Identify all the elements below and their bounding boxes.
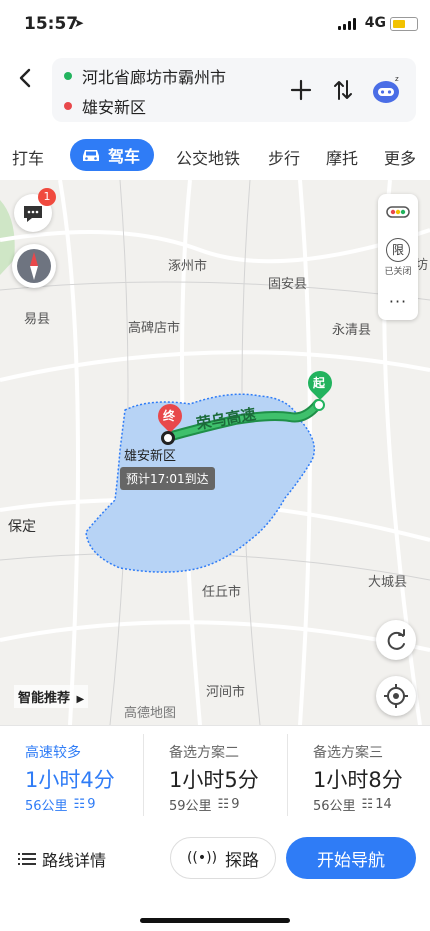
plan-title: 备选方案二 [169, 745, 239, 761]
start-point [313, 399, 325, 411]
traffic-light-count-icon: ☷ [73, 797, 86, 812]
plan-title: 备选方案三 [313, 745, 383, 761]
traffic-light-icon[interactable] [378, 194, 418, 230]
place-label: 高碑店市 [128, 321, 181, 336]
status-bar: 15:57 ➤ 4G [0, 0, 430, 50]
place-label: 涿州市 [168, 259, 208, 274]
plan-meta: 59公里 ☷ 9 [169, 795, 239, 814]
plan-duration: 1小时8分 [313, 768, 403, 792]
smart-recommend-label: 智能推荐 [18, 691, 71, 706]
list-icon [18, 853, 36, 865]
car-icon [83, 150, 99, 161]
plan-card-3[interactable]: 备选方案三 1小时8分 56公里 ☷ 14 [288, 726, 430, 824]
plan-distance: 56公里 [25, 799, 68, 814]
back-icon[interactable] [14, 66, 38, 90]
destination-text: 雄安新区 [82, 98, 147, 117]
plan-duration: 1小时5分 [169, 768, 259, 792]
destination-row[interactable]: 雄安新区 [64, 94, 146, 118]
start-navigation-button[interactable]: 开始导航 [286, 837, 416, 879]
route-inputs: 河北省廊坊市霸州市 雄安新区 z [52, 58, 416, 122]
origin-row[interactable]: 河北省廊坊市霸州市 [64, 64, 226, 88]
add-waypoint-icon[interactable] [290, 79, 312, 101]
plan-meta: 56公里 ☷ 9 [25, 795, 95, 814]
plan-distance: 59公里 [169, 799, 212, 814]
plan-lights: 14 [375, 797, 392, 812]
assistant-robot-icon[interactable]: z [370, 72, 404, 106]
compass-icon [17, 249, 51, 283]
tab-taxi[interactable]: 打车 [12, 145, 44, 169]
battery-icon [390, 17, 418, 31]
end-marker-label: 终 [163, 409, 176, 423]
place-label: 易县 [24, 312, 51, 327]
plan-lights: 9 [87, 797, 96, 812]
route-details-button[interactable]: 路线详情 [18, 847, 106, 871]
compass-button[interactable] [12, 244, 56, 288]
place-label: 任丘市 [202, 585, 242, 600]
plan-meta: 56公里 ☷ 14 [313, 795, 392, 814]
home-indicator [140, 918, 290, 923]
play-icon: ▶ [76, 694, 85, 705]
explore-label: 探路 [225, 850, 260, 871]
plan-duration: 1小时4分 [25, 768, 115, 792]
plan-lights: 9 [231, 797, 240, 812]
tab-motorcycle[interactable]: 摩托 [326, 145, 358, 169]
more-options-icon[interactable]: ··· [378, 292, 418, 311]
swap-icon[interactable] [332, 78, 354, 102]
explore-route-button[interactable]: ((•)) 探路 [170, 837, 276, 879]
radar-icon: ((•)) [186, 850, 218, 866]
restriction-icon: 限 [386, 238, 410, 262]
route-plans: 高速较多 1小时4分 56公里 ☷ 9 备选方案二 1小时5分 59公里 ☷ 9… [0, 725, 430, 824]
origin-text: 河北省廊坊市霸州市 [82, 68, 227, 87]
restriction-toggle[interactable]: 限 已关闭 [378, 236, 418, 282]
bottom-bar: 路线详情 ((•)) 探路 开始导航 [0, 823, 430, 931]
place-label: 永清县 [332, 323, 372, 338]
map-view[interactable]: 涿州市 固安县 易县 高碑店市 永清县 保定 任丘市 大城县 河间市 坊 荣乌高… [0, 180, 430, 725]
tab-transit[interactable]: 公交地铁 [176, 145, 240, 169]
restriction-status: 已关闭 [384, 267, 412, 277]
tab-drive[interactable]: 驾车 [70, 139, 155, 171]
place-label: 保定 [8, 519, 36, 535]
mode-tabs: 打车 驾车 公交地铁 步行 摩托 更多 [0, 130, 430, 180]
plan-distance: 56公里 [313, 799, 356, 814]
locate-icon [384, 684, 408, 708]
map-controls-panel: 限 已关闭 ··· [378, 194, 418, 320]
traffic-light-count-icon: ☷ [361, 797, 374, 812]
tab-more[interactable]: 更多 [384, 145, 416, 169]
message-badge: 1 [38, 188, 56, 206]
place-label: 河间市 [206, 685, 246, 700]
locate-button[interactable] [376, 676, 416, 716]
traffic-light-count-icon: ☷ [217, 797, 230, 812]
map-base [0, 180, 430, 725]
plan-title: 高速较多 [25, 745, 81, 761]
eta-label: 预计17:01到达 [120, 467, 215, 490]
tab-walk[interactable]: 步行 [268, 145, 300, 169]
plan-card-2[interactable]: 备选方案二 1小时5分 59公里 ☷ 9 [144, 726, 287, 824]
destination-map-label: 雄安新区 [124, 449, 177, 464]
map-logo: 高德地图 [124, 706, 177, 721]
destination-dot-icon [64, 102, 72, 110]
origin-dot-icon [64, 72, 72, 80]
refresh-button[interactable] [376, 620, 416, 660]
smart-recommend-toggle[interactable]: 智能推荐 ▶ [14, 685, 89, 708]
signal-icon [338, 18, 356, 30]
status-time: 15:57 [24, 14, 79, 34]
plan-card-1[interactable]: 高速较多 1小时4分 56公里 ☷ 9 [0, 726, 143, 824]
network-type: 4G [364, 15, 386, 31]
route-details-label: 路线详情 [42, 851, 107, 870]
route-header: 河北省廊坊市霸州市 雄安新区 z [0, 50, 430, 130]
refresh-icon [387, 629, 405, 650]
location-arrow-icon: ➤ [74, 16, 85, 30]
place-label: 大城县 [368, 575, 408, 590]
start-marker-label: 起 [313, 376, 326, 390]
end-point [161, 431, 175, 445]
tab-drive-label: 驾车 [108, 147, 141, 166]
svg-text:z: z [395, 75, 399, 83]
place-label: 固安县 [268, 277, 308, 292]
